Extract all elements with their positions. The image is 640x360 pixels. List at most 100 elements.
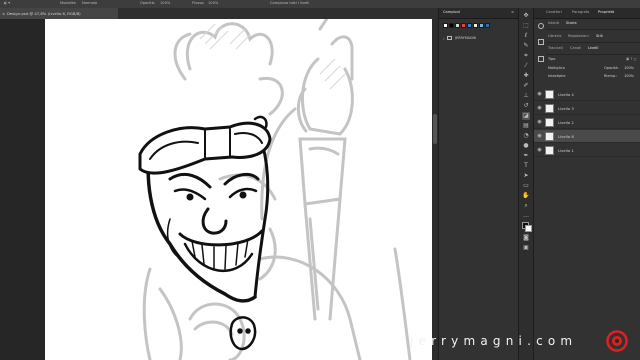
sample-all-layers[interactable]: Campiona tutti i livelli — [270, 1, 309, 5]
swatch-1[interactable] — [449, 23, 454, 28]
layers-tab-bar: Tracciati Canali Livelli — [546, 44, 640, 55]
zoom-tool-icon[interactable]: ⌕ — [522, 202, 530, 210]
mode-select[interactable]: Normale — [82, 1, 97, 5]
tools-panel: ✥ ⬚ ℓ ✎ ⌗ ⁄ ✚ ✐ ⊥ ↺ ◪ ▤ ◔ ● ✒ T ➤ ▭ ✋ ⌕ … — [518, 8, 533, 360]
flow-value[interactable]: 100% — [208, 1, 218, 5]
tab-characters[interactable]: Caratteri — [546, 10, 562, 14]
fill-value[interactable]: 100% — [624, 74, 634, 78]
tab-properties[interactable]: Proprietà — [598, 10, 614, 14]
healing-tool-icon[interactable]: ✚ — [522, 72, 530, 80]
layer-row[interactable]: ◉ Livello 4 — [534, 88, 640, 101]
swatch-7[interactable] — [485, 23, 490, 28]
layer-row[interactable]: ◉ Livello 1 — [534, 144, 640, 157]
eye-icon[interactable]: ◉ — [536, 133, 543, 140]
close-tab-icon[interactable]: × — [2, 8, 5, 19]
layer-name: Livello 1 — [558, 148, 574, 153]
tab-libraries[interactable]: Librerie — [548, 34, 562, 38]
eye-icon[interactable]: ◉ — [536, 119, 543, 126]
side-panel-icon-2[interactable] — [538, 39, 544, 45]
layer-name: Livello 4 — [558, 92, 574, 97]
folder-icon — [447, 36, 452, 40]
side-panel-icon-3[interactable] — [538, 56, 544, 62]
path-select-tool-icon[interactable]: ➤ — [522, 172, 530, 180]
layer-name: Livello 3 — [558, 106, 574, 111]
swatch-0[interactable] — [443, 23, 448, 28]
swatch-2[interactable] — [455, 23, 460, 28]
panel-menu-icon[interactable]: ≡ — [511, 10, 514, 14]
filter-icons[interactable]: ▣ T ◻ — [626, 57, 637, 61]
document-title: Design.psd @ 47,8% (Livello 6, RGB/8) — [7, 11, 81, 16]
opacity-label: Opacità: — [140, 1, 156, 5]
swatch-folder-label: JERRYMAGNI — [455, 36, 477, 40]
shape-tool-icon[interactable]: ▭ — [522, 182, 530, 190]
swatch-5[interactable] — [473, 23, 478, 28]
layer-opacity-value[interactable]: 100% — [624, 66, 634, 70]
blend-mode-select[interactable]: Moltiplica — [548, 66, 565, 70]
more-tools-icon[interactable]: … — [522, 212, 530, 220]
filter-kind[interactable]: Tipo — [548, 57, 555, 61]
brush-preset-icon[interactable]: ◐ ▾ — [4, 1, 10, 5]
swatch-folder-row[interactable]: › JERRYMAGNI — [443, 35, 517, 42]
scroll-thumb[interactable] — [433, 114, 437, 144]
blur-tool-icon[interactable]: ◔ — [522, 132, 530, 140]
mode-label: Modalità: — [60, 1, 77, 5]
brush-tool-icon[interactable]: ✐ — [522, 82, 530, 90]
screen-mode-icon[interactable]: ▣ — [522, 244, 530, 252]
pen-tool-icon[interactable]: ✒ — [522, 152, 530, 160]
tab-snapshots[interactable]: Istanti — [548, 21, 559, 25]
layer-thumbnail — [545, 118, 554, 127]
quick-select-tool-icon[interactable]: ✎ — [522, 42, 530, 50]
eye-icon[interactable]: ◉ — [536, 147, 543, 154]
stamp-tool-icon[interactable]: ⊥ — [522, 92, 530, 100]
dodge-tool-icon[interactable]: ● — [522, 142, 530, 150]
search-field[interactable]: Intestiphe — [548, 74, 566, 78]
layer-row[interactable]: ◉ Livello 2 — [534, 116, 640, 129]
swatches-panel-header: Campioni ≡ — [439, 8, 519, 19]
right-panels: Caratteri Paragrafo Proprietà Istanti St… — [533, 8, 640, 360]
marquee-tool-icon[interactable]: ⬚ — [522, 22, 530, 30]
eyedropper-tool-icon[interactable]: ⁄ — [522, 62, 530, 70]
swatch-3[interactable] — [461, 23, 466, 28]
layer-name: Livello 2 — [558, 120, 574, 125]
eye-icon[interactable]: ◉ — [536, 105, 543, 112]
tab-swatches[interactable]: Campioni — [443, 10, 460, 14]
eraser-tool-icon[interactable]: ◪ — [522, 112, 530, 120]
background-color-swatch[interactable] — [525, 225, 532, 232]
side-panel-icon-1[interactable] — [538, 23, 544, 29]
history-brush-tool-icon[interactable]: ↺ — [522, 102, 530, 110]
crop-tool-icon[interactable]: ⌗ — [522, 52, 530, 60]
swatch-4[interactable] — [467, 23, 472, 28]
tab-channels[interactable]: Canali — [570, 46, 581, 50]
eye-icon[interactable]: ◉ — [536, 91, 543, 98]
tab-paths[interactable]: Tracciati — [548, 46, 563, 50]
swatch-6[interactable] — [479, 23, 484, 28]
chevron-right-icon[interactable]: › — [443, 36, 445, 41]
target-logo-icon — [606, 330, 628, 352]
drawing-canvas[interactable] — [0, 19, 436, 360]
tab-adjustments[interactable]: Regolazioni — [568, 34, 589, 38]
tab-history[interactable]: Storia — [566, 21, 577, 25]
layer-row[interactable]: ◉ Livello 3 — [534, 102, 640, 115]
hand-tool-icon[interactable]: ✋ — [522, 192, 530, 200]
layer-filter-row: Tipo ▣ T ◻ — [546, 56, 640, 64]
layer-name: Livello 6 — [558, 134, 574, 139]
document-tab[interactable]: × Design.psd @ 47,8% (Livello 6, RGB/8) — [0, 8, 118, 19]
layer-thumbnail — [545, 132, 554, 141]
gradient-tool-icon[interactable]: ▤ — [522, 122, 530, 130]
layer-thumbnail — [545, 90, 554, 99]
tab-paragraph[interactable]: Paragrafo — [572, 10, 589, 14]
properties-panel-header: Caratteri Paragrafo Proprietà — [534, 8, 640, 19]
history-tab-bar: Istanti Storia — [546, 19, 640, 30]
layer-thumbnail — [545, 146, 554, 155]
tab-layers[interactable]: Livelli — [588, 46, 598, 50]
layer-row-selected[interactable]: ◉ Livello 6 — [534, 130, 640, 143]
layers-list: ◉ Livello 4 ◉ Livello 3 ◉ Livello 2 ◉ Li… — [534, 88, 640, 168]
opacity-value[interactable]: 100% — [160, 1, 170, 5]
layer-blend-row: Moltiplica Opacità: 100% — [546, 65, 640, 73]
type-tool-icon[interactable]: T — [522, 162, 530, 170]
move-tool-icon[interactable]: ✥ — [522, 12, 530, 20]
lasso-tool-icon[interactable]: ℓ — [522, 32, 530, 40]
quick-mask-icon[interactable]: ◙ — [522, 234, 530, 242]
tab-styles[interactable]: Stili — [596, 34, 603, 38]
canvas-area[interactable] — [0, 19, 436, 360]
